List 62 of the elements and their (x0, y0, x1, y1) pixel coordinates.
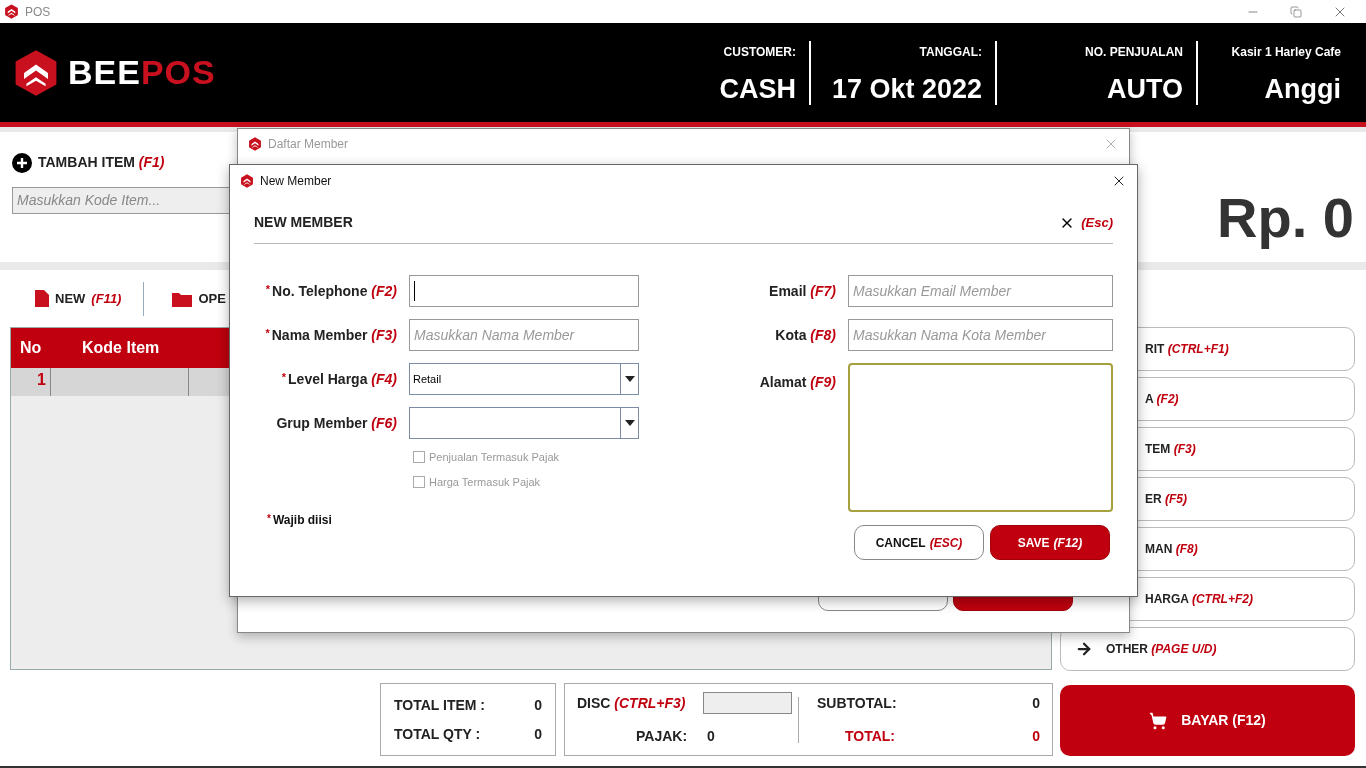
header-label: NO. PENJUALAN (1085, 43, 1183, 61)
open-button[interactable]: OPE (172, 288, 226, 309)
folder-icon (172, 290, 193, 307)
table-cell: 1 (11, 368, 51, 396)
header-value: AUTO (1107, 75, 1183, 103)
header-value: 17 Okt 2022 (831, 75, 982, 103)
field-label: Alamat (F9) (759, 373, 836, 392)
summary-label: TOTAL: (845, 726, 896, 746)
app-icon (240, 173, 254, 188)
app-icon (4, 4, 19, 19)
summary-value: 0 (1032, 693, 1040, 713)
summary-label: SUBTOTAL: (817, 693, 897, 713)
address-field[interactable] (848, 363, 1113, 512)
column-header: No (19, 338, 43, 358)
discount-field[interactable] (702, 692, 792, 714)
summary-label: DISC (CTRL+F3) (577, 693, 686, 713)
summary-value: 0 (534, 695, 542, 715)
dropdown[interactable]: Retail (409, 363, 639, 395)
dialog-heading: NEW MEMBER (254, 213, 353, 232)
input-field[interactable] (409, 275, 639, 307)
file-icon (35, 290, 49, 307)
header-value: Anggi (1264, 75, 1341, 103)
arrow-icon (1075, 640, 1093, 658)
field-label: *Level Harga (F4) (281, 369, 397, 389)
summary-label: TOTAL ITEM : (394, 695, 485, 715)
field-label: Kota (F8) (775, 325, 836, 345)
header-label: TANGGAL: (919, 43, 982, 61)
column-header: Kode Item (81, 338, 160, 358)
field-label: *Nama Member (F3) (265, 325, 397, 345)
header-label: Kasir 1 Harley Cafe (1231, 43, 1341, 61)
pay-button[interactable]: BAYAR (F12) (1060, 685, 1355, 756)
close-button[interactable]: (Esc) (1059, 212, 1113, 233)
logo-text: BEEPOS (68, 52, 216, 93)
required-note: * Wajib diisi (267, 512, 333, 529)
dropdown[interactable] (409, 407, 639, 439)
dialog-title: Daftar Member (268, 136, 349, 153)
caret-icon (624, 420, 635, 426)
restore-icon[interactable] (1290, 5, 1302, 18)
summary-label: TOTAL QTY : (394, 724, 481, 744)
function-button[interactable]: OTHER (PAGE U/D) (1060, 627, 1355, 671)
field-label: *No. Telephone (F2) (265, 281, 397, 301)
field-label: Email (F7) (769, 281, 836, 301)
text-cursor (414, 281, 415, 301)
section-title: TAMBAH ITEM (F1) (38, 153, 165, 172)
header-label: CUSTOMER: (723, 43, 796, 61)
cancel-button[interactable]: CANCEL (ESC) (854, 525, 984, 560)
summary-value: 0 (534, 724, 542, 744)
app-icon (248, 137, 262, 151)
checkbox-label: Penjualan Termasuk Pajak (429, 450, 560, 465)
field-label: Grup Member (F6) (276, 413, 397, 433)
checkbox-label: Harga Termasuk Pajak (429, 474, 541, 490)
summary-label: PAJAK: (636, 727, 688, 746)
cart-icon (1149, 711, 1168, 730)
plus-icon (12, 152, 32, 173)
dialog-title: New Member (260, 172, 332, 190)
window-title: POS (25, 3, 51, 21)
summary-value: 0 (1032, 726, 1040, 746)
summary-value: 0 (707, 727, 715, 746)
header-value: CASH (719, 75, 796, 103)
new-button[interactable]: NEW (F11) (35, 288, 122, 309)
caret-icon (624, 376, 635, 382)
save-button[interactable]: SAVE (F12) (990, 525, 1110, 560)
